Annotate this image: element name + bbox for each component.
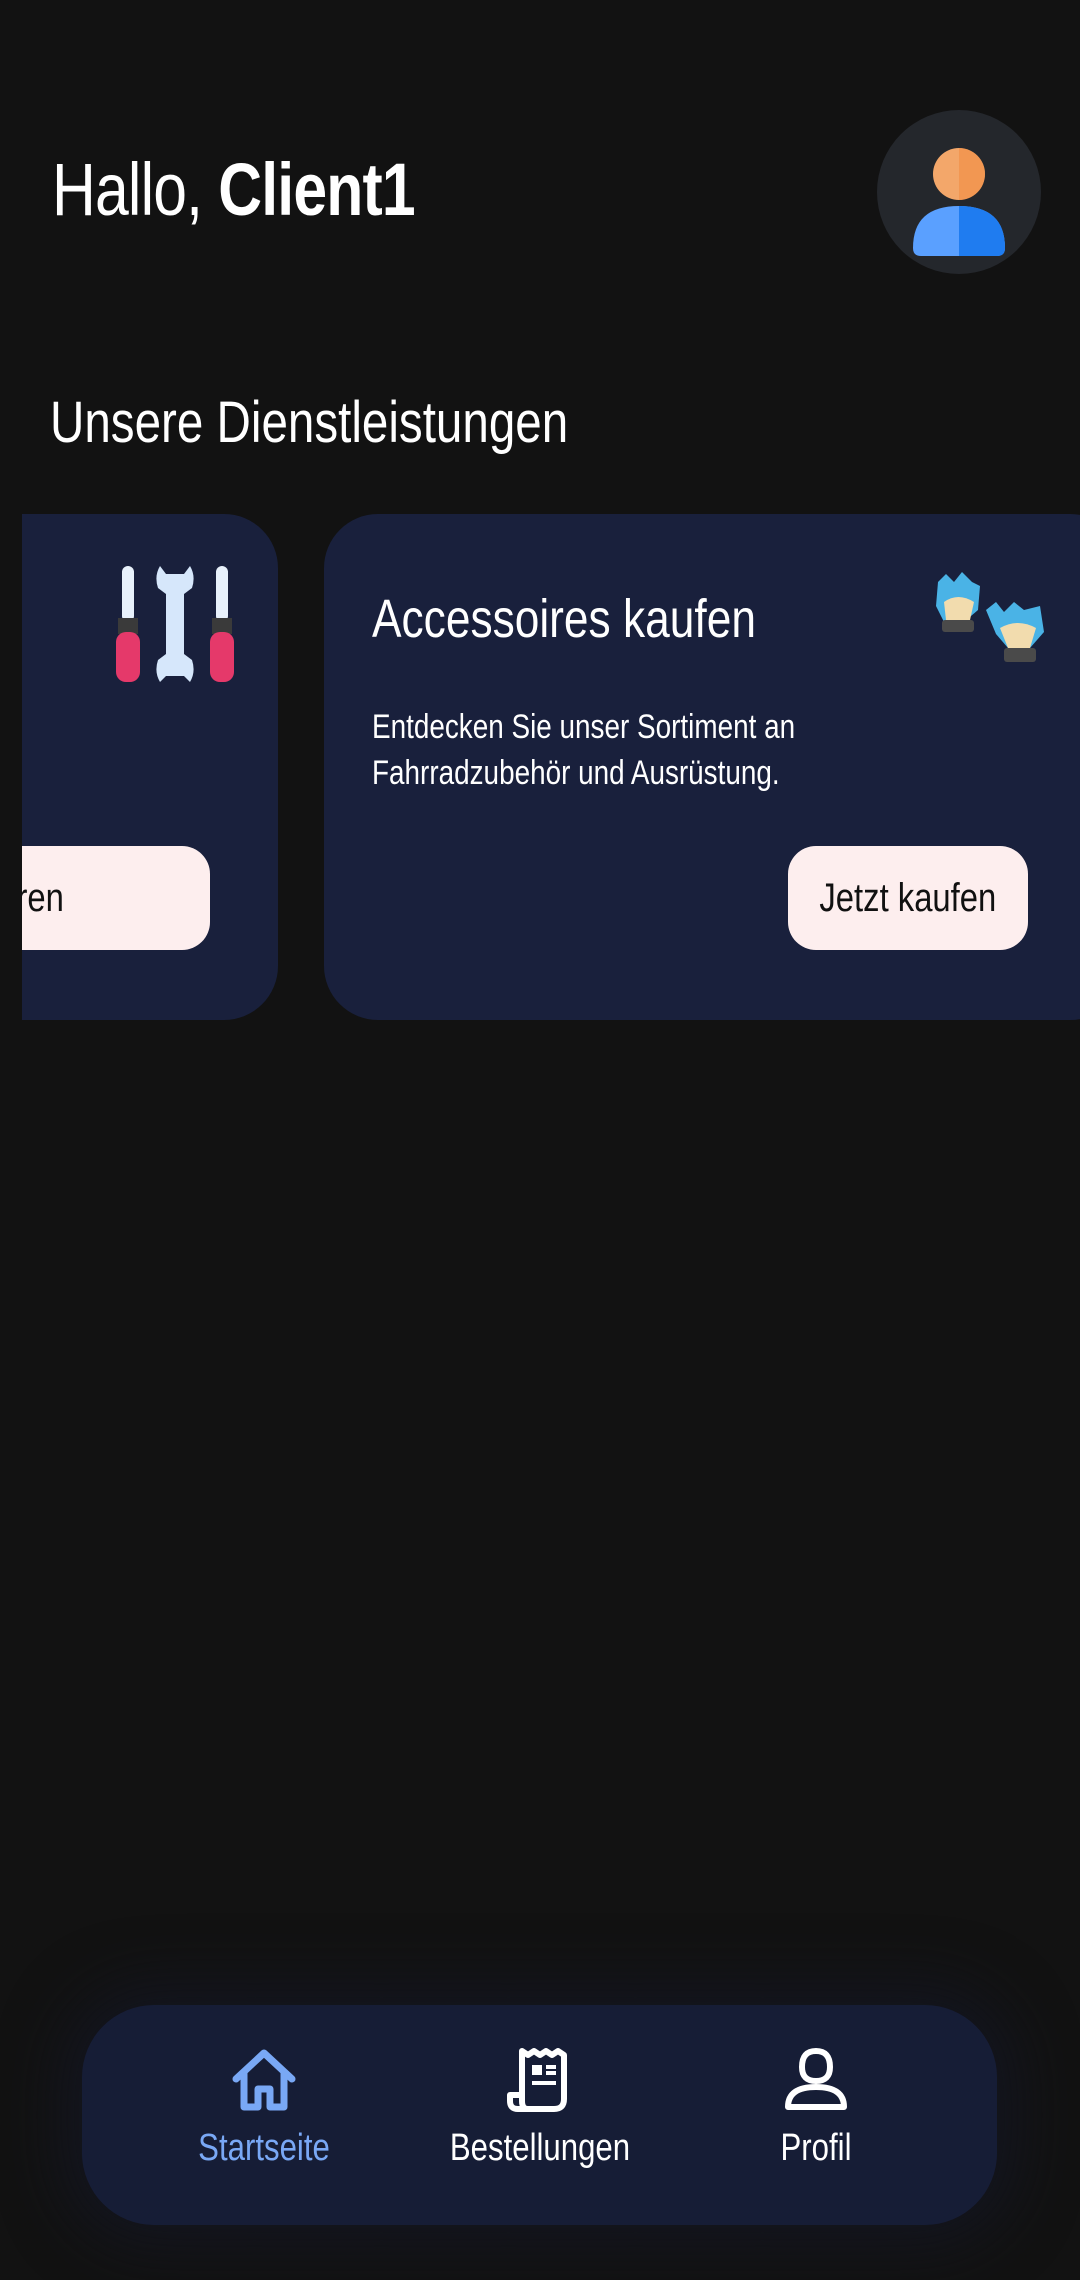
buy-now-button-label: Jetzt kaufen <box>819 876 997 920</box>
user-icon <box>785 2047 847 2110</box>
service-card-description: Entdecken Sie unser Sortiment an Fahrrad… <box>372 708 796 792</box>
greeting: Hallo, Client1 <box>52 140 416 240</box>
user-avatar-icon <box>913 148 1005 256</box>
section-title: Unsere Dienstleistungen <box>50 390 569 455</box>
service-card-description: und <box>22 704 108 750</box>
nav-item-orders[interactable]: Bestellungen <box>410 2045 670 2195</box>
nav-label-profile: Profil <box>780 2127 852 2169</box>
nav-label-orders: Bestellungen <box>449 2127 631 2169</box>
repair-tools-icon <box>116 566 234 682</box>
greeting-prefix: Hallo, <box>52 148 203 231</box>
services-carousel[interactable]: und reparieren Accessoires kaufen Entdec… <box>22 514 1080 1020</box>
bottom-navigation: Startseite Bestellungen Profil <box>82 2005 997 2225</box>
home-icon <box>232 2049 296 2111</box>
user-name: Client1 <box>218 148 415 231</box>
avatar[interactable] <box>877 110 1041 274</box>
repair-button-label: reparieren <box>22 876 64 920</box>
receipt-icon <box>507 2048 567 2112</box>
service-card-title: Accessoires kaufen <box>372 589 756 649</box>
buy-now-button[interactable]: Jetzt kaufen <box>788 846 1028 950</box>
cycling-gloves-icon <box>936 572 1044 662</box>
nav-label-home: Startseite <box>198 2127 330 2169</box>
nav-item-profile[interactable]: Profil <box>686 2045 946 2195</box>
repair-button[interactable]: reparieren <box>22 846 210 950</box>
nav-item-home[interactable]: Startseite <box>134 2045 394 2195</box>
service-card-repair[interactable]: und reparieren <box>22 514 278 1020</box>
service-card-accessories[interactable]: Accessoires kaufen Entdecken Sie unser S… <box>324 514 1080 1020</box>
